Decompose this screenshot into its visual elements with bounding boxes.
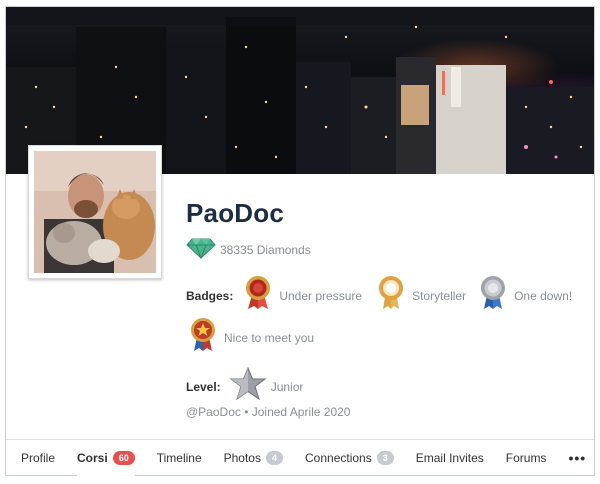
tab-count-badge: 3 [376,451,394,465]
profile-tabs: Profile Corsi 60 Timeline Photos 4 Conne… [6,439,594,476]
level-value: Junior [270,379,304,394]
badge-name: Nice to meet you [224,330,315,345]
tab-timeline[interactable]: Timeline [157,440,202,476]
tab-label: Profile [21,451,56,465]
badge-item[interactable]: Storyteller [378,275,466,316]
tab-profile[interactable]: Profile [21,440,55,476]
tab-label: Photos [223,451,261,465]
tab-photos[interactable]: Photos 4 [224,440,283,476]
tab-count-badge: 60 [112,451,135,465]
profile-meta: @PaoDoc • Joined Aprile 2020 [186,405,351,419]
star-icon [229,366,267,406]
badge-item[interactable]: Nice to meet you [190,317,314,358]
medal-star-icon [190,317,216,358]
tab-connections[interactable]: Connections 3 [305,440,394,476]
more-icon: ••• [568,450,587,466]
tab-email-invites[interactable]: Email Invites [416,440,484,476]
tab-forums[interactable]: Forums [506,440,547,476]
diamond-icon [186,237,216,264]
badge-name: Under pressure [279,288,363,303]
badge-name: Storyteller [412,288,467,303]
medal-red-icon [245,275,271,316]
medal-gold-ring-icon [378,275,404,316]
badge-name: One down! [514,288,573,303]
tab-count-badge: 4 [265,451,283,465]
tab-label: Timeline [156,451,202,465]
tab-label: Corsi [77,451,108,465]
badge-item[interactable]: One down! [480,275,572,316]
tab-label: Email Invites [415,451,484,465]
tab-corsi[interactable]: Corsi 60 [77,440,135,476]
medal-silver-icon [480,275,506,316]
tab-label: Connections [305,451,372,465]
level-label: Level: [186,379,221,394]
more-tabs-button[interactable]: ••• [568,440,586,476]
tab-label: Forums [505,451,547,465]
badge-item[interactable]: Under pressure [245,275,362,316]
profile-name: PaoDoc [186,198,285,228]
diamonds-row: 38335 Diamonds [186,236,311,264]
profile-card: PaoDoc 38335 Diamonds Badges: Under pres… [5,6,595,476]
level-row: Level: Junior [186,366,304,406]
badges-row: Badges: Under pressure Storyteller One d… [186,275,572,316]
diamonds-count: 38335 Diamonds [220,243,311,257]
badges-row-2: Nice to meet you [190,317,314,358]
avatar [34,151,156,273]
badges-label: Badges: [186,288,234,303]
avatar-frame[interactable] [28,145,162,279]
